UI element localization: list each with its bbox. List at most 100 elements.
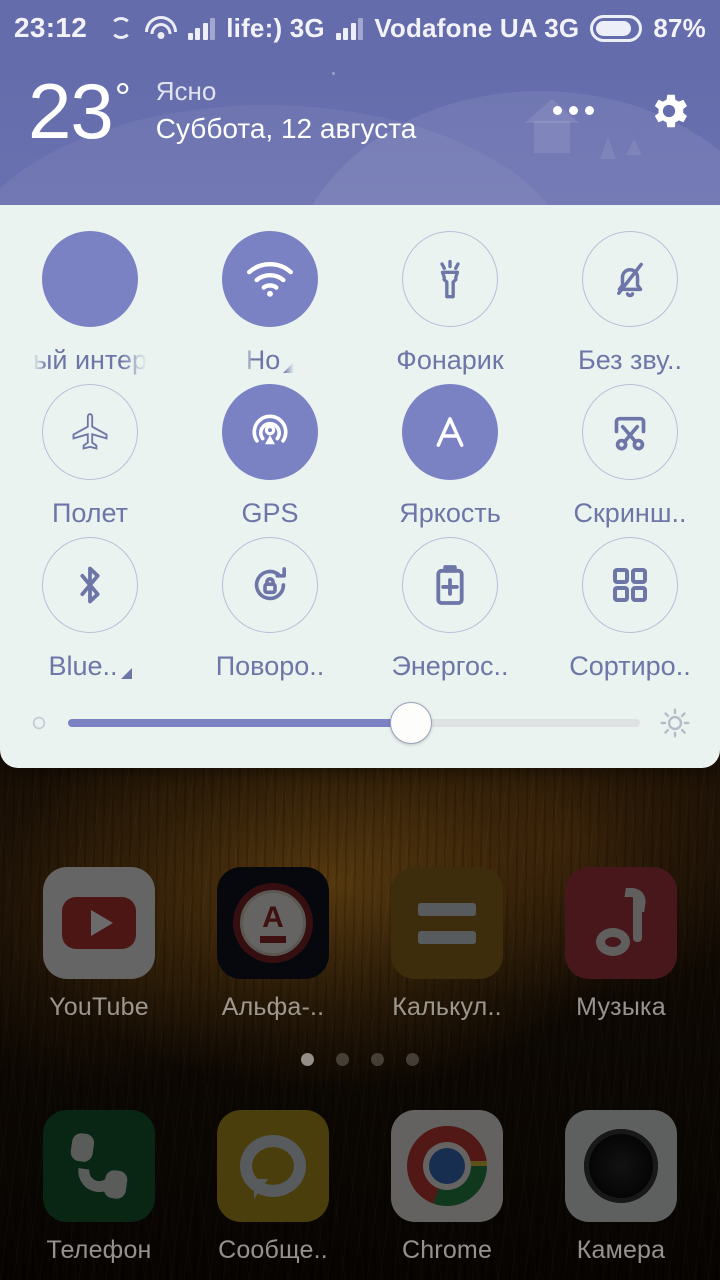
page-dot[interactable] (406, 1053, 419, 1066)
quick-settings-body: ый интер Но Фонарик Без зву.. Полет GPS … (0, 205, 720, 768)
app-label: Chrome (401, 1236, 493, 1264)
app-phone[interactable]: Телефон (19, 1110, 179, 1265)
temperature-value: 23 (28, 67, 114, 156)
page-dot[interactable] (301, 1053, 314, 1066)
app-messages[interactable]: Сообще.. (193, 1110, 353, 1265)
toggle-silent[interactable]: Без зву.. (545, 231, 715, 376)
app-label: Сообще.. (218, 1236, 328, 1264)
toggle-row: ый интер Но Фонарик Без зву.. (0, 231, 720, 376)
page-dot[interactable] (336, 1053, 349, 1066)
weather-text: Ясно Суббота, 12 августа (156, 75, 417, 147)
dock: Телефон Сообще.. Chrome Камера (0, 1110, 720, 1265)
flashlight-icon[interactable] (402, 231, 498, 327)
home-screen: YouTube A Альфа-.. Калькул.. Музыка Теле… (0, 845, 720, 1280)
bell-muted-icon[interactable] (582, 231, 678, 327)
app-youtube[interactable]: YouTube (19, 867, 179, 1022)
status-bar: 23:12 life:) 3G Vodafone UA 3G 87% (0, 0, 720, 56)
app-music[interactable]: Музыка (541, 867, 701, 1022)
alfabank-icon: A (217, 867, 329, 979)
weather-condition: Ясно (155, 76, 217, 107)
page-dot[interactable] (371, 1053, 384, 1066)
toggle-row: Полет GPS Яркость Скринш.. (0, 384, 720, 529)
toggle-label: ый интер (32, 345, 148, 375)
toggle-label: GPS (241, 498, 299, 528)
chevron-expand-icon[interactable] (283, 362, 295, 373)
youtube-icon (43, 867, 155, 979)
wifi-icon (144, 15, 177, 41)
status-clock: 23:12 (14, 12, 88, 43)
toggle-label: Но (246, 345, 295, 376)
carrier-1-label: life:) 3G (226, 12, 325, 43)
battery-percent-label: 87% (653, 12, 706, 43)
toggle-screenshot[interactable]: Скринш.. (545, 384, 715, 529)
airplane-icon[interactable] (42, 384, 138, 480)
gps-beacon-icon[interactable] (222, 384, 318, 480)
tree-silhouette (626, 139, 642, 155)
app-chrome[interactable]: Chrome (367, 1110, 527, 1265)
quick-settings-panel: 23 ° Ясно Суббота, 12 августа ый интер Н… (0, 0, 720, 768)
app-grid-row: YouTube A Альфа-.. Калькул.. Музыка (0, 845, 720, 1022)
brightness-low-icon (28, 712, 50, 734)
signal-bars-icon (187, 16, 216, 40)
weather-summary: 23 ° Ясно Суббота, 12 августа (28, 57, 417, 156)
battery-icon (590, 14, 643, 42)
weather-date: Суббота, 12 августа (155, 112, 417, 144)
toggle-flashlight[interactable]: Фонарик (365, 231, 535, 376)
slider-fill (68, 719, 412, 727)
app-label: Камера (576, 1236, 666, 1264)
music-icon (565, 867, 677, 979)
page-indicator (0, 1053, 720, 1066)
phone-icon (43, 1110, 155, 1222)
toggle-label: Полет (51, 498, 129, 528)
degree-symbol: ° (114, 76, 131, 121)
toggle-wifi[interactable]: Но (185, 231, 355, 376)
toggle-mobile-data[interactable]: ый интер (5, 231, 175, 376)
app-label: Калькул.. (392, 993, 502, 1021)
toggle-rotation[interactable]: Поворо.. (185, 537, 355, 682)
tree-silhouette (600, 137, 616, 159)
header-actions (543, 72, 692, 134)
toggle-bluetooth[interactable]: Blue.. (5, 537, 175, 682)
toggle-label: Без зву.. (578, 345, 682, 375)
chevron-expand-icon[interactable] (120, 668, 132, 679)
carrier-2-label: Vodafone UA 3G (374, 12, 580, 43)
camera-icon (565, 1110, 677, 1222)
rotation-lock-icon[interactable] (222, 537, 318, 633)
app-camera[interactable]: Камера (541, 1110, 701, 1265)
android-screen: YouTube A Альфа-.. Калькул.. Музыка Теле… (0, 0, 720, 1280)
temperature: 23 ° (28, 67, 131, 156)
toggle-brightness-auto[interactable]: Яркость (365, 384, 535, 529)
app-label: Телефон (46, 1236, 152, 1264)
grid-sort-icon[interactable] (582, 537, 678, 633)
brightness-high-icon (658, 706, 692, 740)
battery-plus-icon[interactable] (402, 537, 498, 633)
app-alfabank[interactable]: A Альфа-.. (193, 867, 353, 1022)
toggle-label: Сортиро.. (569, 651, 691, 681)
calculator-icon (391, 867, 503, 979)
toggle-label: Энергос.. (391, 651, 509, 681)
brightness-slider[interactable] (68, 702, 640, 744)
toggle-sort[interactable]: Сортиро.. (545, 537, 715, 682)
data-transfer-icon[interactable] (42, 231, 138, 327)
toggle-airplane[interactable]: Полет (5, 384, 175, 529)
app-calculator[interactable]: Калькул.. (367, 867, 527, 1022)
wifi-icon[interactable] (222, 231, 318, 327)
toggle-battery-saver[interactable]: Энергос.. (365, 537, 535, 682)
app-label: Альфа-.. (221, 993, 325, 1021)
chrome-icon (391, 1110, 503, 1222)
auto-brightness-icon[interactable] (402, 384, 498, 480)
status-icons: life:) 3G Vodafone UA 3G 87% (108, 13, 706, 44)
toggle-label: Поворо.. (215, 651, 325, 681)
more-options-icon[interactable] (543, 96, 604, 125)
slider-thumb[interactable] (390, 702, 433, 744)
app-label: Музыка (576, 993, 666, 1021)
toggle-gps[interactable]: GPS (185, 384, 355, 529)
toggle-label: Blue.. (48, 651, 132, 682)
toggle-label: Фонарик (396, 345, 504, 375)
bluetooth-icon[interactable] (42, 537, 138, 633)
gear-icon[interactable] (646, 88, 692, 134)
app-label: YouTube (49, 993, 149, 1021)
scissors-icon[interactable] (582, 384, 678, 480)
messages-icon (217, 1110, 329, 1222)
signal-bars-icon-2 (335, 16, 364, 40)
